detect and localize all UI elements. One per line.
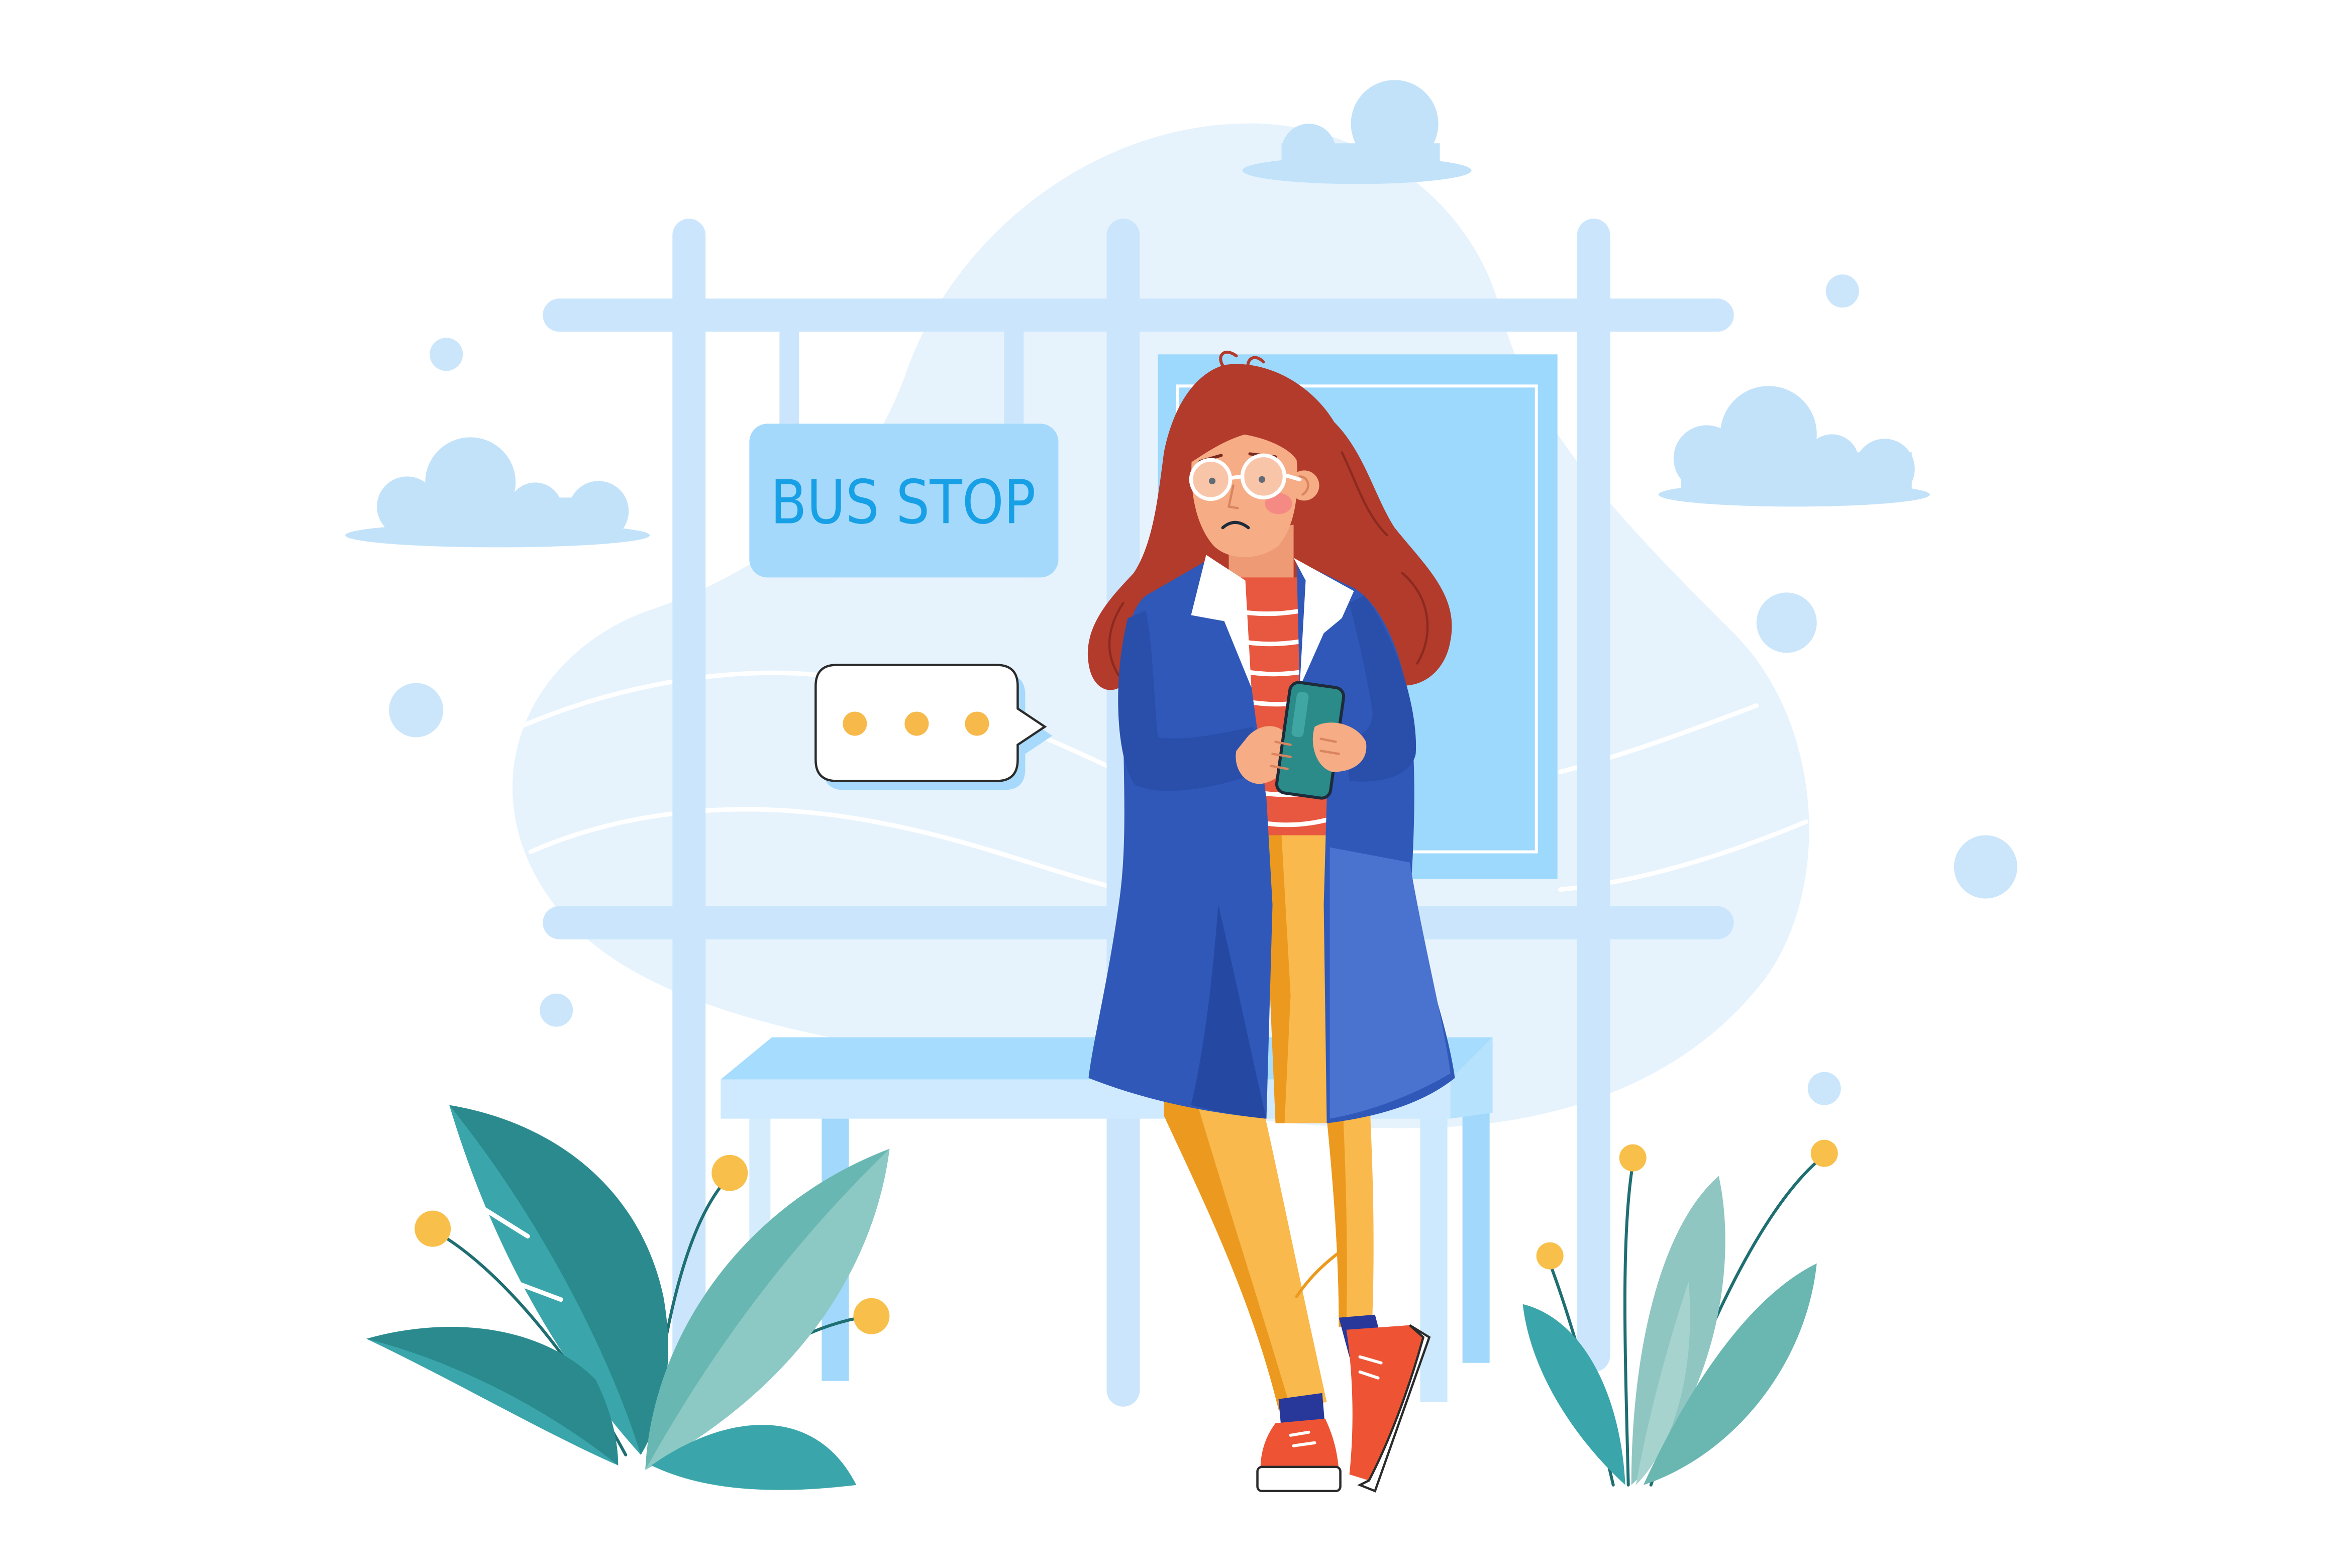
sign-hanger — [779, 330, 799, 427]
typing-dot — [965, 711, 989, 736]
sign-label: BUS STOP — [770, 468, 1036, 538]
cloud-puff — [1673, 425, 1740, 492]
cloud-puff — [1351, 80, 1439, 168]
flower — [711, 1155, 748, 1191]
sky-dot — [1825, 274, 1859, 308]
cloud-puff — [1854, 439, 1915, 499]
flower — [853, 1298, 890, 1334]
bar-top — [543, 298, 1734, 332]
typing-dot — [843, 711, 867, 736]
pole-right — [1577, 219, 1610, 1372]
bus-stop-illustration: BUS STOP — [0, 0, 2352, 1568]
cloud-puff — [1804, 434, 1859, 489]
flower — [1536, 1242, 1564, 1270]
sky-dot — [389, 683, 444, 738]
flower — [1810, 1139, 1838, 1167]
sky-dot — [540, 993, 573, 1027]
typing-dot — [904, 711, 929, 736]
sky-dot — [1954, 835, 2017, 899]
speech-bubble — [814, 664, 1053, 790]
cloud-puff — [568, 481, 629, 542]
cloud-puff — [1281, 124, 1336, 178]
sky-dot — [430, 338, 463, 371]
sky-dot — [1756, 592, 1817, 653]
bench-leg-back-right — [1462, 1109, 1490, 1363]
shoe-left-sole — [1256, 1466, 1342, 1493]
glasses-lens-left — [1189, 458, 1233, 501]
sky-dot — [1807, 1072, 1841, 1105]
ear — [1289, 470, 1319, 501]
cloud-puff — [425, 437, 516, 528]
pole-left — [672, 219, 706, 1380]
bench-leg-front-right — [1420, 1115, 1448, 1402]
flower — [1619, 1144, 1647, 1172]
glasses-lens-right — [1240, 453, 1287, 500]
sign-hanger — [1004, 330, 1024, 427]
flower — [415, 1210, 451, 1247]
cloud-puff — [508, 482, 563, 537]
cloud-puff — [377, 476, 438, 537]
bus-stop-sign: BUS STOP — [749, 424, 1059, 578]
